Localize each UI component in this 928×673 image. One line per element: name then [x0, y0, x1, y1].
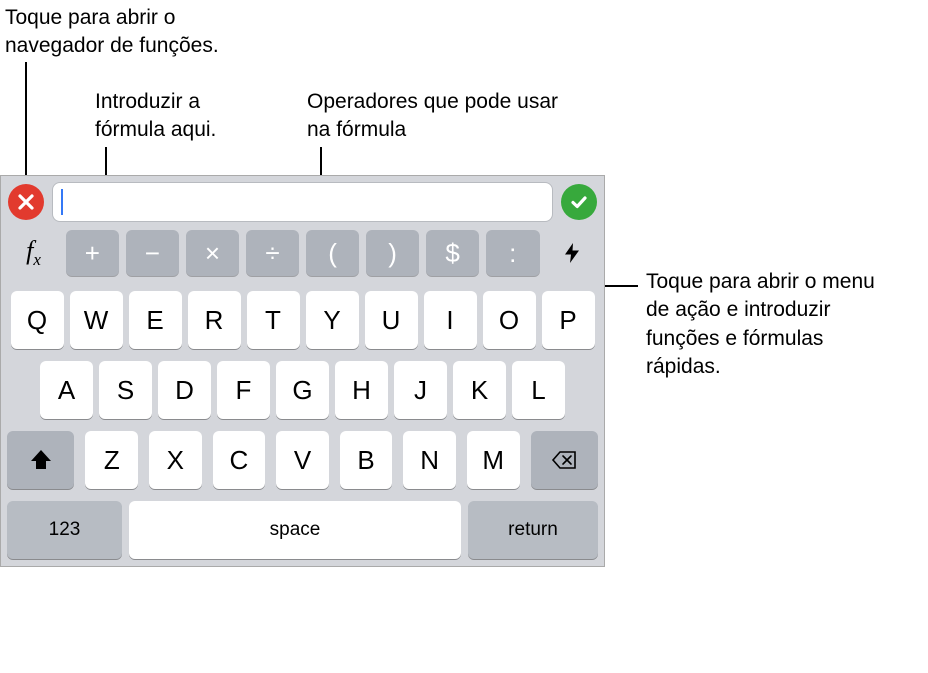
op-multiply[interactable]: × [186, 230, 240, 276]
key-f[interactable]: F [217, 361, 270, 419]
cancel-button[interactable] [8, 184, 44, 220]
key-row-bottom: 123 space return [6, 501, 599, 559]
bolt-icon [560, 241, 584, 265]
key-i[interactable]: I [424, 291, 477, 349]
operator-row: fx + − × ÷ ( ) $ : [1, 227, 604, 285]
close-icon [16, 192, 36, 212]
op-paren-close[interactable]: ) [366, 230, 420, 276]
key-row-1: Q W E R T Y U I O P [6, 291, 599, 349]
op-divide[interactable]: ÷ [246, 230, 300, 276]
key-row-2: A S D F G H J K L [6, 361, 599, 419]
callout-formula: Introduzir a fórmula aqui. [95, 88, 265, 145]
key-o[interactable]: O [483, 291, 536, 349]
key-r[interactable]: R [188, 291, 241, 349]
formula-input[interactable] [52, 182, 553, 222]
callout-operators: Operadores que pode usar na fórmula [307, 88, 567, 145]
key-d[interactable]: D [158, 361, 211, 419]
op-plus[interactable]: + [66, 230, 120, 276]
key-x[interactable]: X [149, 431, 202, 489]
key-n[interactable]: N [403, 431, 456, 489]
key-row-3: Z X C V B N M [6, 431, 599, 489]
key-e[interactable]: E [129, 291, 182, 349]
key-b[interactable]: B [340, 431, 393, 489]
op-paren-open[interactable]: ( [306, 230, 360, 276]
key-p[interactable]: P [542, 291, 595, 349]
key-a[interactable]: A [40, 361, 93, 419]
formula-bar [1, 176, 604, 227]
key-j[interactable]: J [394, 361, 447, 419]
callout-bolt: Toque para abrir o menu de ação e introd… [646, 268, 876, 381]
key-space[interactable]: space [129, 501, 461, 559]
check-icon [569, 192, 589, 212]
qwerty-keyboard: Q W E R T Y U I O P A S D F G H J K L Z [1, 285, 604, 566]
key-shift[interactable] [7, 431, 74, 489]
fx-icon: fx [26, 236, 41, 270]
key-q[interactable]: Q [11, 291, 64, 349]
key-c[interactable]: C [213, 431, 266, 489]
shift-icon [28, 447, 54, 473]
key-l[interactable]: L [512, 361, 565, 419]
key-numbers[interactable]: 123 [7, 501, 122, 559]
fx-button[interactable]: fx [8, 230, 59, 276]
key-s[interactable]: S [99, 361, 152, 419]
key-z[interactable]: Z [85, 431, 138, 489]
key-w[interactable]: W [70, 291, 123, 349]
key-g[interactable]: G [276, 361, 329, 419]
action-menu-button[interactable] [546, 230, 597, 276]
callout-fx: Toque para abrir o navegador de funções. [5, 4, 245, 61]
key-k[interactable]: K [453, 361, 506, 419]
key-v[interactable]: V [276, 431, 329, 489]
confirm-button[interactable] [561, 184, 597, 220]
key-u[interactable]: U [365, 291, 418, 349]
key-t[interactable]: T [247, 291, 300, 349]
key-y[interactable]: Y [306, 291, 359, 349]
key-backspace[interactable] [531, 431, 598, 489]
op-dollar[interactable]: $ [426, 230, 480, 276]
key-return[interactable]: return [468, 501, 598, 559]
text-caret [61, 189, 63, 215]
formula-keyboard: fx + − × ÷ ( ) $ : Q W E R T Y U I O P A… [0, 175, 605, 567]
backspace-icon [551, 447, 577, 473]
op-minus[interactable]: − [126, 230, 180, 276]
key-m[interactable]: M [467, 431, 520, 489]
key-h[interactable]: H [335, 361, 388, 419]
op-colon[interactable]: : [486, 230, 540, 276]
